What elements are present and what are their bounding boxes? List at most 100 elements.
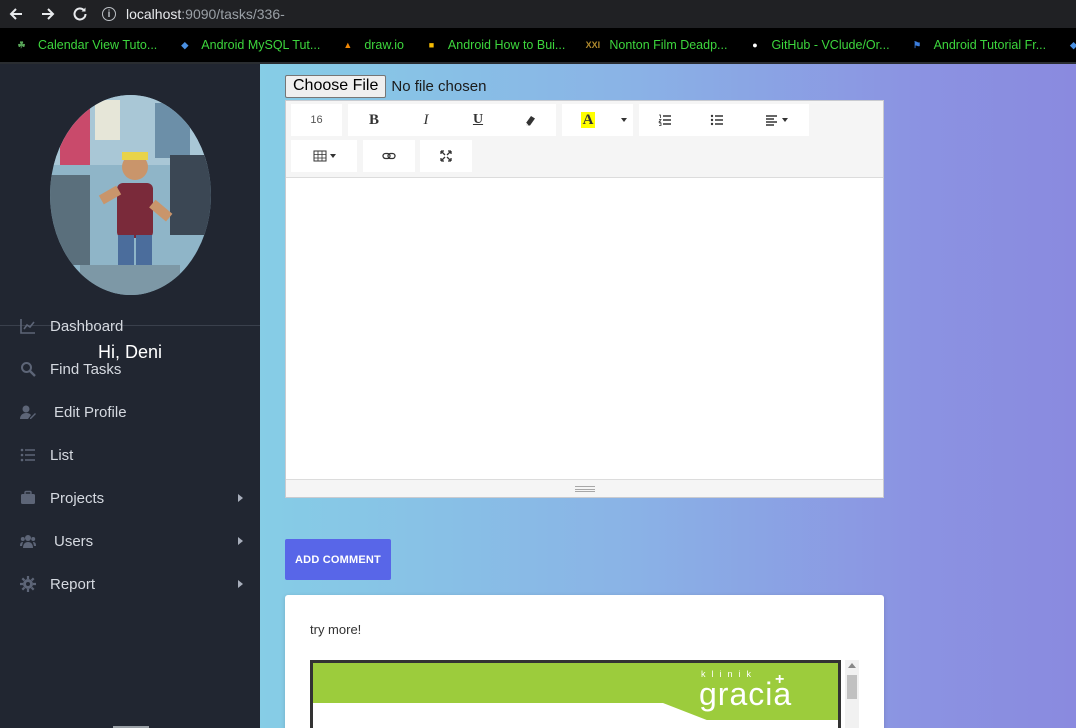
bookmark-item[interactable]: ◆Retrieve (1066, 38, 1076, 53)
table-group (291, 140, 357, 172)
sidebar-item-label: Projects (50, 489, 105, 507)
eraser-button[interactable] (504, 104, 556, 136)
info-icon[interactable]: i (102, 7, 116, 21)
color-dropdown[interactable] (614, 104, 633, 136)
resize-grip-icon[interactable] (574, 485, 595, 492)
leaf-icon: ☘ (17, 39, 26, 50)
bookmark-item[interactable]: XXI Nonton Film Deadp... (585, 38, 728, 53)
comment-card: try more! klinik gracia + (285, 595, 884, 728)
italic-button[interactable]: I (400, 104, 452, 136)
bold-button[interactable]: B (348, 104, 400, 136)
users-icon (20, 533, 36, 549)
sidebar-item-label: Report (50, 575, 96, 593)
bookmarks-bar: ☘ Calendar View Tuto... ◆ Android MySQL Tut… (0, 28, 1076, 62)
slides-icon: ■ (428, 40, 435, 50)
table-icon (313, 150, 326, 162)
caret-down-icon (620, 118, 627, 122)
unordered-list-icon (710, 114, 723, 126)
embedded-image-frame[interactable]: klinik gracia + (310, 660, 841, 728)
bookmark-item[interactable]: ☘ Calendar View Tuto... (14, 38, 157, 53)
bookmark-label: Calendar View Tuto... (38, 38, 158, 52)
bookmark-item[interactable]: ▲ draw.io (340, 38, 404, 53)
align-left-icon (765, 115, 777, 126)
file-input[interactable]: Choose File No file chosen (285, 75, 486, 98)
embed-scrollbar[interactable] (845, 660, 859, 728)
comment-text: try more! (310, 622, 362, 637)
user-edit-icon (20, 404, 36, 420)
sidebar-item-label: Edit Profile (54, 403, 127, 421)
briefcase-icon (20, 490, 36, 506)
chevron-right-icon (238, 580, 243, 588)
bookmark-item[interactable]: ⚑ Android Tutorial Fr... (910, 38, 1047, 53)
address-bar[interactable]: i localhost:9090/tasks/336- (102, 0, 285, 28)
forward-button[interactable] (32, 0, 64, 28)
search-icon (20, 361, 36, 377)
sidebar-item-label: Dashboard (50, 317, 124, 335)
view-group (420, 140, 472, 172)
reload-button[interactable] (64, 0, 96, 28)
android-studio-icon: ◆ (1070, 39, 1076, 50)
rich-text-editor: 16 B I U A (285, 100, 884, 498)
link-group (363, 140, 415, 172)
text-color-label: A (580, 112, 596, 128)
scroll-up-icon[interactable] (848, 663, 856, 668)
sidebar-item-list[interactable]: List (0, 437, 260, 473)
bookmark-item[interactable]: ● GitHub - VClude/Or... (747, 38, 889, 53)
chevron-right-icon (238, 537, 243, 545)
unordered-list-button[interactable] (691, 104, 743, 136)
bookmark-label: GitHub - VClude/Or... (771, 38, 890, 52)
underline-button[interactable]: U (452, 104, 504, 136)
add-comment-button[interactable]: ADD COMMENT (285, 539, 391, 580)
caret-down-icon (781, 118, 788, 122)
sidebar-item-label: Users (54, 532, 94, 550)
plus-icon: + (775, 671, 785, 688)
sidebar-item-edit-profile[interactable]: Edit Profile (0, 394, 260, 430)
sidebar-item-projects[interactable]: Projects (0, 480, 260, 516)
bookmark-label: Android How to Bui... (447, 38, 566, 52)
arrow-left-icon (9, 8, 22, 20)
bookmark-label: Android Tutorial Fr... (933, 38, 1047, 52)
link-button[interactable] (363, 140, 415, 172)
align-dropdown[interactable] (743, 104, 809, 136)
sidebar-item-users[interactable]: Users (0, 523, 260, 559)
gear-icon (20, 576, 36, 592)
bookmark-label: Nonton Film Deadp... (609, 38, 728, 52)
android-studio-icon: ◆ (181, 39, 189, 50)
bookmark-item[interactable]: ◆ Android MySQL Tut... (177, 38, 320, 53)
browser-toolbar: i localhost:9090/tasks/336- (0, 0, 1076, 28)
sidebar-item-report[interactable]: Report (0, 566, 260, 602)
avatar[interactable] (50, 95, 211, 295)
sidebar-item-dashboard[interactable]: Dashboard (0, 308, 260, 344)
editor-content-area[interactable] (286, 179, 883, 479)
drawio-icon: ▲ (343, 40, 353, 50)
paragraph-group (639, 104, 809, 136)
bookmark-item[interactable]: ■ Android How to Bui... (424, 38, 566, 53)
url-host: localhost (126, 6, 182, 22)
url-path: :9090/tasks/336- (181, 6, 285, 22)
editor-toolbar: 16 B I U A (286, 101, 883, 178)
style-group: B I U (348, 104, 556, 136)
sidebar-item-label: Find Tasks (50, 360, 122, 378)
chart-line-icon (20, 318, 36, 334)
font-size-dropdown[interactable]: 16 (291, 104, 342, 136)
file-status: No file chosen (391, 78, 487, 95)
avatar-photo (50, 95, 211, 295)
tutorial-icon: ⚑ (913, 39, 922, 50)
sidebar-item-find-tasks[interactable]: Find Tasks (0, 351, 260, 387)
fullscreen-button[interactable] (420, 140, 472, 172)
arrow-right-icon (42, 8, 55, 20)
color-group: A (562, 104, 633, 136)
scroll-thumb[interactable] (847, 675, 857, 699)
table-dropdown[interactable] (291, 140, 357, 172)
reload-icon (73, 7, 87, 21)
caret-down-icon (329, 154, 336, 158)
editor-resize-bar[interactable] (286, 479, 883, 497)
choose-file-button[interactable]: Choose File (285, 75, 387, 98)
ordered-list-button[interactable] (639, 104, 691, 136)
back-button[interactable] (0, 0, 32, 28)
ordered-list-icon (658, 114, 671, 126)
sidebar-item-label: List (50, 446, 74, 464)
sidebar: Hi, Deni Dashboard Find Tasks Edit Profile… (0, 64, 260, 728)
link-icon (382, 152, 396, 160)
text-color-button[interactable]: A (562, 104, 614, 136)
